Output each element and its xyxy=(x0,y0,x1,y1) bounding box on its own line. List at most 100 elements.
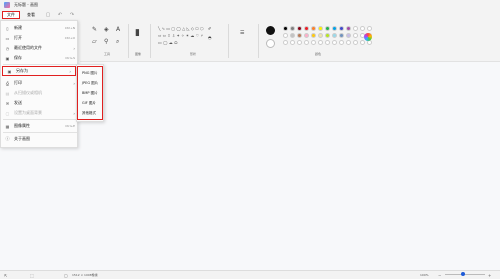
zoom-out-icon[interactable]: − xyxy=(438,273,441,278)
print-icon: ⎙ xyxy=(5,80,10,86)
color-swatch[interactable] xyxy=(304,33,309,38)
shortcut: Ctrl+E xyxy=(65,124,75,128)
color-swatch[interactable] xyxy=(339,40,344,45)
divider xyxy=(3,64,77,65)
text-icon[interactable]: A xyxy=(116,26,120,33)
color-swatch[interactable] xyxy=(346,26,351,31)
scanner-icon: ▤ xyxy=(5,90,10,96)
color-swatch[interactable] xyxy=(318,40,323,45)
color-swatch[interactable] xyxy=(311,40,316,45)
color-swatch[interactable] xyxy=(339,26,344,31)
color-swatch[interactable] xyxy=(311,26,316,31)
color-swatch[interactable] xyxy=(325,33,330,38)
color-swatch[interactable] xyxy=(367,26,372,31)
color-swatch[interactable] xyxy=(353,33,358,38)
color-swatch[interactable] xyxy=(297,26,302,31)
menu-item-label: 最近使用的文件 xyxy=(14,45,42,50)
divider xyxy=(258,24,259,58)
menu-item-label: 另存为 xyxy=(16,68,28,73)
menu-item-image-properties[interactable]: ▦ 图像属性 Ctrl+E xyxy=(1,121,79,131)
menu-item-send[interactable]: ✉ 发送 xyxy=(1,98,79,108)
color-swatch[interactable] xyxy=(283,33,288,38)
color-swatch[interactable] xyxy=(304,40,309,45)
menu-item-print[interactable]: ⎙ 打印 › xyxy=(1,78,79,88)
color-swatch[interactable] xyxy=(325,26,330,31)
menu-item-label: 图像属性 xyxy=(14,123,30,128)
color-swatch[interactable] xyxy=(297,33,302,38)
menu-item-label: 设置为桌面背景 xyxy=(14,110,42,115)
color-swatch[interactable] xyxy=(332,26,337,31)
eraser-icon[interactable]: ▱ xyxy=(92,38,97,45)
colors-group-label: 颜色 xyxy=(315,52,322,56)
save-icon[interactable]: ▢ xyxy=(45,12,51,18)
color-swatch[interactable] xyxy=(283,40,288,45)
menu-item-new[interactable]: ▯ 新建 Ctrl+N xyxy=(1,23,79,33)
shortcut: Ctrl+N xyxy=(64,26,75,30)
divider xyxy=(3,132,77,133)
callout-shapes-icon[interactable]: ▭ ◯ ☁ ⬭ xyxy=(158,40,178,45)
send-icon: ✉ xyxy=(5,100,10,106)
menu-item-save[interactable]: ▣ 保存 Ctrl+S xyxy=(1,53,79,63)
color-swatch[interactable] xyxy=(297,40,302,45)
menu-item-label: 关于画图 xyxy=(14,136,30,141)
canvas-size: 1512 × 1008像素 xyxy=(72,273,98,277)
menu-item-save-as[interactable]: ▣ 另存为 › xyxy=(2,66,76,76)
zoom-in-icon[interactable]: + xyxy=(488,273,491,278)
pencil-icon[interactable]: ✎ xyxy=(92,26,97,33)
color-swatch[interactable] xyxy=(283,26,288,31)
color-picker-icon[interactable]: ⚲ xyxy=(104,38,108,45)
color-swatch[interactable] xyxy=(346,40,351,45)
color-swatch[interactable] xyxy=(304,26,309,31)
menu-item-about[interactable]: ⓘ 关于画图 xyxy=(1,134,79,144)
color-swatch[interactable] xyxy=(339,33,344,38)
pointer-icon: ⇱ xyxy=(4,272,8,278)
menu-item-label: 打开 xyxy=(14,35,22,40)
outline-icon[interactable]: ✐ xyxy=(208,26,211,31)
color-swatch[interactable] xyxy=(290,26,295,31)
shortcut: Ctrl+S xyxy=(65,56,75,60)
color-swatch[interactable] xyxy=(318,33,323,38)
zoom-slider-knob[interactable] xyxy=(461,272,465,276)
recent-files-icon: ◷ xyxy=(5,45,10,51)
zoom-slider-track[interactable] xyxy=(445,274,485,275)
canvas-size-icon: ▢ xyxy=(64,272,68,278)
view-menu-button[interactable]: 查看 xyxy=(23,11,39,19)
menu-item-label: 新建 xyxy=(14,25,22,30)
image-properties-icon: ▦ xyxy=(5,123,10,129)
image-group-label: 图像 xyxy=(135,52,142,56)
color-swatch[interactable] xyxy=(318,26,323,31)
color-swatch[interactable] xyxy=(290,40,295,45)
fill-icon[interactable]: ◈ xyxy=(104,26,109,33)
divider xyxy=(128,24,129,58)
color-swatch[interactable] xyxy=(311,33,316,38)
file-menu-button[interactable]: 文件 xyxy=(2,11,20,19)
color-swatch[interactable] xyxy=(332,40,337,45)
fill-shape-icon[interactable]: ◓ xyxy=(208,35,212,40)
save-icon: ▣ xyxy=(5,55,10,61)
brush-icon[interactable]: ▮ xyxy=(135,28,140,38)
undo-icon[interactable]: ↶ xyxy=(57,12,63,18)
color-swatch[interactable] xyxy=(332,33,337,38)
shortcut: Ctrl+O xyxy=(64,36,75,40)
line-width-icon[interactable]: ☰ xyxy=(240,30,244,36)
chevron-right-icon: › xyxy=(73,45,75,51)
menu-item-open[interactable]: ▭ 打开 Ctrl+O xyxy=(1,33,79,43)
divider xyxy=(3,119,77,120)
secondary-color[interactable] xyxy=(266,39,275,48)
line-shape-icon[interactable]: ╲ ∿ ▭ ▢ ◯ △ ◺ ◇ ⬠ ⬡ xyxy=(158,26,203,31)
magnifier-icon[interactable]: ⌕ xyxy=(116,38,119,46)
color-swatch[interactable] xyxy=(360,26,365,31)
edit-colors-icon[interactable] xyxy=(364,33,372,41)
info-icon: ⓘ xyxy=(5,136,10,141)
color-swatch[interactable] xyxy=(360,40,365,45)
color-swatch[interactable] xyxy=(346,33,351,38)
primary-color[interactable] xyxy=(266,26,275,35)
menu-item-recent[interactable]: ◷ 最近使用的文件 › xyxy=(1,43,79,53)
color-swatch[interactable] xyxy=(353,26,358,31)
redo-icon[interactable]: ↷ xyxy=(69,12,75,18)
color-swatch[interactable] xyxy=(325,40,330,45)
arrow-shapes-icon[interactable]: ⇨ ⇦ ⇧ ⇩ ✦ ✧ ✶ ☁ ♡ ⚡ xyxy=(158,33,203,38)
color-swatch[interactable] xyxy=(353,40,358,45)
color-swatch[interactable] xyxy=(290,33,295,38)
window-title: 无标题 - 画图 xyxy=(14,2,38,7)
